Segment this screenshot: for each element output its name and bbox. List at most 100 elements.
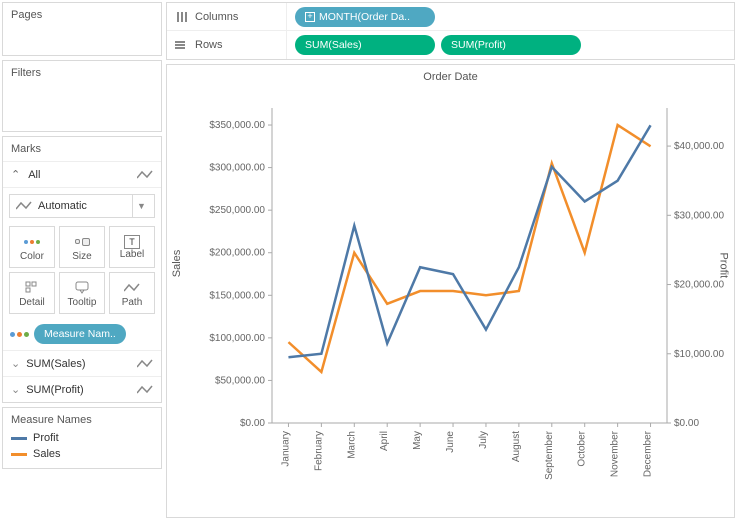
app-root: Pages Filters Marks ⌃ All Automatic ▼ — [0, 0, 737, 520]
rows-icon — [175, 40, 189, 50]
right-column: Columns + MONTH(Order Da.. Rows SUM(Sales… — [164, 0, 737, 520]
chart-view[interactable]: Order Date Sales Profit $0.00$50,000.00$… — [166, 64, 735, 518]
rows-pill-profit[interactable]: SUM(Profit) — [441, 35, 581, 55]
pages-panel[interactable]: Pages — [2, 2, 162, 56]
path-button[interactable]: Path — [109, 272, 155, 314]
detail-label: Detail — [19, 297, 45, 308]
line-icon — [137, 385, 153, 395]
chevron-down-icon: ▼ — [132, 195, 150, 217]
svg-text:$10,000.00: $10,000.00 — [674, 349, 724, 360]
svg-text:August: August — [511, 431, 522, 462]
legend-swatch — [11, 453, 27, 456]
legend-title: Measure Names — [11, 414, 153, 426]
legend-label: Profit — [33, 432, 59, 444]
svg-text:$30,000.00: $30,000.00 — [674, 210, 724, 221]
expand-icon: + — [305, 12, 315, 22]
svg-text:April: April — [379, 431, 390, 451]
legend-label: Sales — [33, 448, 61, 460]
svg-text:January: January — [280, 431, 291, 467]
svg-text:$300,000.00: $300,000.00 — [209, 163, 265, 174]
svg-text:$0.00: $0.00 — [674, 418, 699, 429]
svg-text:$40,000.00: $40,000.00 — [674, 141, 724, 152]
svg-text:September: September — [544, 430, 555, 480]
size-label: Size — [72, 251, 91, 262]
svg-text:February: February — [313, 431, 324, 471]
svg-text:May: May — [412, 431, 423, 450]
line-icon — [137, 170, 153, 180]
y-axis-right-label: Profit — [718, 252, 730, 278]
chevron-down-icon: ⌄ — [11, 383, 20, 396]
columns-pill-month[interactable]: + MONTH(Order Da.. — [295, 7, 435, 27]
svg-text:December: December — [643, 430, 654, 477]
size-button[interactable]: Size — [59, 226, 105, 268]
detail-button[interactable]: Detail — [9, 272, 55, 314]
legend-item-profit[interactable]: Profit — [11, 430, 153, 446]
columns-icon — [175, 11, 189, 23]
columns-shelf[interactable]: Columns + MONTH(Order Da.. — [167, 3, 734, 31]
detail-icon — [25, 279, 39, 297]
rows-shelf-label: Rows — [167, 31, 287, 59]
rows-shelf[interactable]: Rows SUM(Sales) SUM(Profit) — [167, 31, 734, 59]
line-icon — [137, 359, 153, 369]
filters-panel[interactable]: Filters — [2, 60, 162, 132]
color-icon — [23, 233, 41, 251]
chart-title: Order Date — [167, 65, 734, 83]
svg-text:June: June — [445, 431, 456, 453]
pages-title: Pages — [11, 9, 153, 21]
marks-buttons-row2: Detail Tooltip Path — [3, 270, 161, 320]
color-button[interactable]: Color — [9, 226, 55, 268]
tooltip-label: Tooltip — [68, 297, 97, 308]
svg-text:$350,000.00: $350,000.00 — [209, 120, 265, 131]
svg-text:October: October — [577, 430, 588, 466]
shelves: Columns + MONTH(Order Da.. Rows SUM(Sales… — [166, 2, 735, 60]
mark-type-dropdown[interactable]: Automatic ▼ — [9, 194, 155, 218]
rows-text: Rows — [195, 39, 223, 51]
legend-panel: Measure Names Profit Sales — [2, 407, 162, 469]
color-label: Color — [20, 251, 44, 262]
label-icon: T — [124, 235, 140, 249]
chevron-up-icon: ⌃ — [11, 168, 20, 181]
marks-color-assignment: Measure Nam.. — [3, 320, 161, 350]
rows-pill-sales[interactable]: SUM(Sales) — [295, 35, 435, 55]
path-icon — [124, 279, 140, 297]
svg-text:$150,000.00: $150,000.00 — [209, 290, 265, 301]
marks-all-label: All — [28, 169, 40, 181]
left-column: Pages Filters Marks ⌃ All Automatic ▼ — [0, 0, 164, 520]
legend-swatch — [11, 437, 27, 440]
marks-title: Marks — [3, 137, 161, 162]
pill-label: MONTH(Order Da.. — [319, 11, 410, 23]
columns-text: Columns — [195, 11, 238, 23]
svg-text:July: July — [478, 431, 489, 449]
svg-text:$100,000.00: $100,000.00 — [209, 333, 265, 344]
marks-sub-profit[interactable]: ⌄ SUM(Profit) — [3, 376, 161, 402]
svg-text:November: November — [610, 430, 621, 477]
svg-text:March: March — [346, 431, 357, 459]
y-axis-left-label: Sales — [171, 250, 183, 278]
path-label: Path — [122, 297, 143, 308]
sub-label: SUM(Profit) — [26, 384, 83, 396]
chart-svg: $0.00 $50,000.00 $100,000.00 $150,000.00 $20… — [167, 83, 732, 513]
svg-text:$250,000.00: $250,000.00 — [209, 205, 265, 216]
color-icon — [9, 328, 30, 340]
sub-label: SUM(Sales) — [26, 358, 85, 370]
tooltip-button[interactable]: Tooltip — [59, 272, 105, 314]
marks-all-row[interactable]: ⌃ All — [3, 162, 161, 188]
marks-buttons-row1: Color Size T Label — [3, 224, 161, 270]
mark-type-label: Automatic — [38, 200, 87, 212]
measure-names-pill[interactable]: Measure Nam.. — [34, 324, 126, 344]
size-icon — [75, 233, 90, 251]
line-icon — [16, 201, 32, 211]
tooltip-icon — [75, 279, 89, 297]
svg-text:$50,000.00: $50,000.00 — [215, 375, 265, 386]
label-button[interactable]: T Label — [109, 226, 155, 268]
marks-sub-sales[interactable]: ⌄ SUM(Sales) — [3, 350, 161, 376]
svg-text:$20,000.00: $20,000.00 — [674, 280, 724, 291]
svg-text:$200,000.00: $200,000.00 — [209, 248, 265, 259]
columns-shelf-label: Columns — [167, 3, 287, 30]
chevron-down-icon: ⌄ — [11, 357, 20, 370]
filters-title: Filters — [11, 67, 153, 79]
label-label: Label — [120, 249, 144, 260]
svg-text:$0.00: $0.00 — [240, 418, 265, 429]
marks-panel: Marks ⌃ All Automatic ▼ Color — [2, 136, 162, 403]
legend-item-sales[interactable]: Sales — [11, 446, 153, 462]
